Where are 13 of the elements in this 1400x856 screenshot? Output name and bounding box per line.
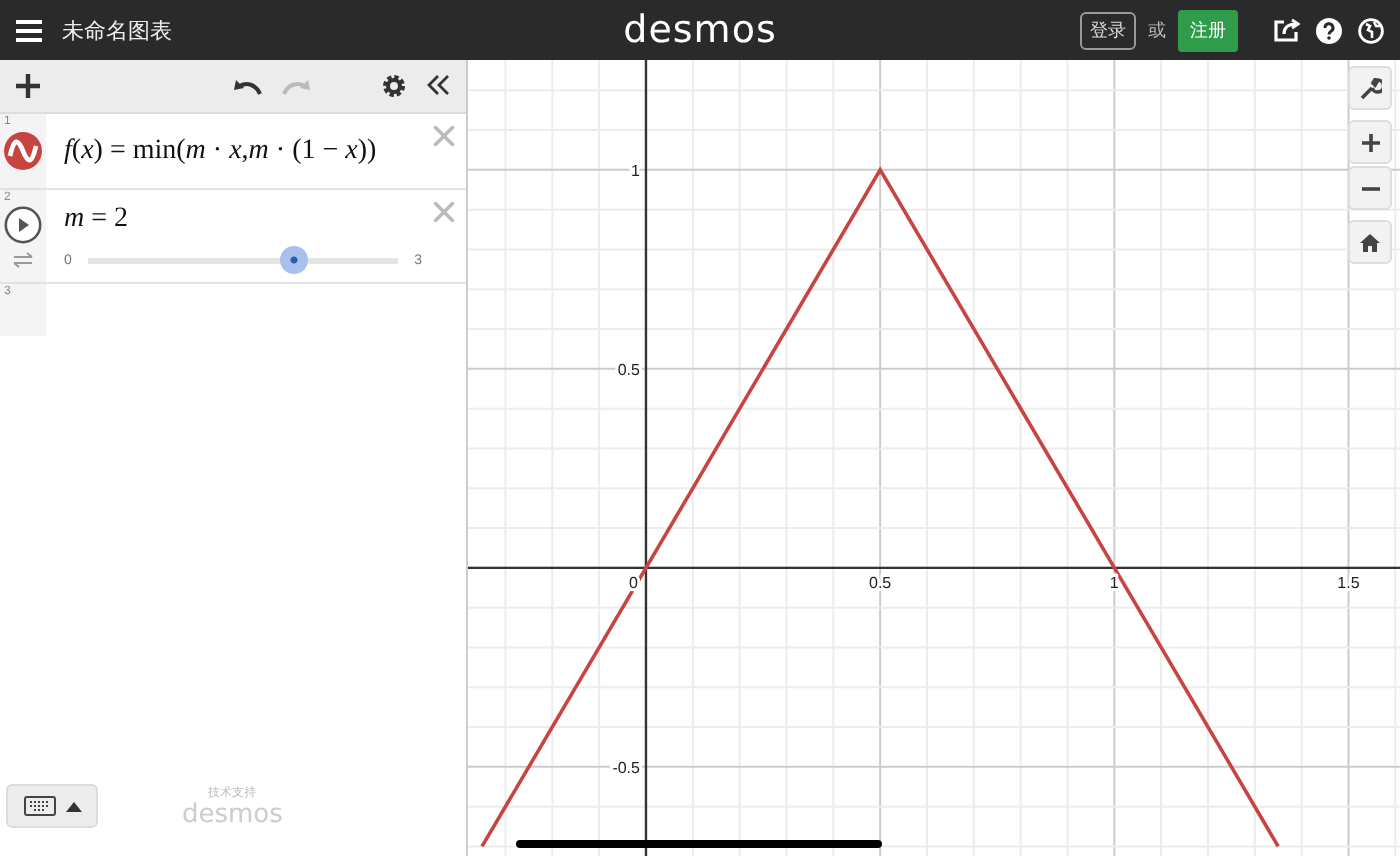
x-tick-label: 1 <box>1109 573 1119 592</box>
y-tick-label: -0.5 <box>612 758 640 777</box>
x-tick-label: 0.5 <box>869 573 892 592</box>
graph-title[interactable]: 未命名图表 <box>62 15 172 45</box>
desmos-logo: desmos <box>623 8 777 52</box>
math-expression[interactable]: f(x) = min(m · x,m · (1 − x)) <box>64 135 422 167</box>
x-tick-label: 1.5 <box>1337 573 1360 592</box>
y-tick-label: 1 <box>631 161 640 180</box>
login-button[interactable]: 登录 <box>1080 11 1136 49</box>
math-expression[interactable]: m = 2 <box>64 204 422 236</box>
or-label: 或 <box>1148 17 1166 43</box>
signup-button[interactable]: 注册 <box>1178 9 1238 51</box>
y-tick-label: 0.5 <box>617 360 640 379</box>
